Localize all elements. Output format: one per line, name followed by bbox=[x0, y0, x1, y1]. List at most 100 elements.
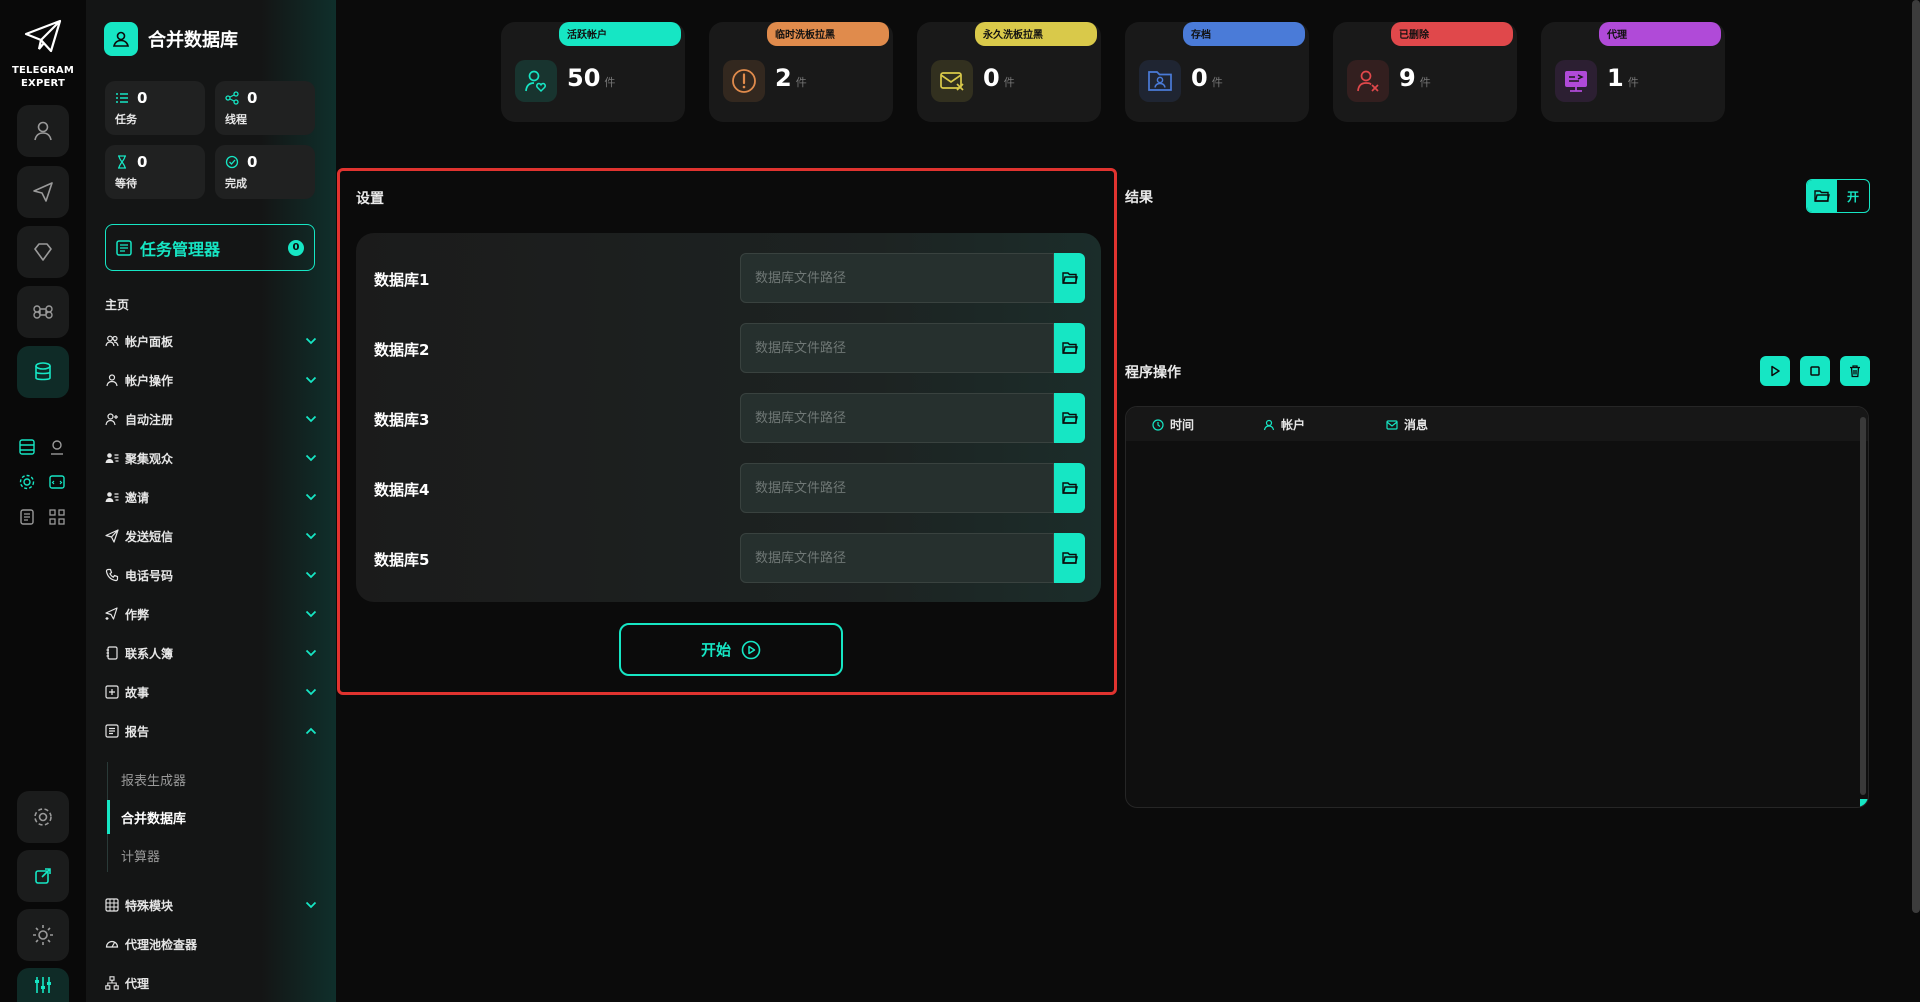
settings-gear-icon[interactable] bbox=[14, 469, 40, 495]
user-heart-icon bbox=[515, 60, 557, 102]
nav-item-1[interactable]: 帐户面板 bbox=[105, 329, 317, 353]
widgets-icon[interactable] bbox=[44, 504, 70, 530]
nav-item-8[interactable]: 作弊 bbox=[105, 602, 317, 626]
chevron-down-icon[interactable] bbox=[305, 649, 317, 657]
nav-item-11[interactable]: 报告 bbox=[105, 719, 317, 743]
nav-item-label: 作弊 bbox=[125, 607, 150, 622]
rail-theme-button[interactable] bbox=[17, 909, 69, 961]
user-pin-icon[interactable] bbox=[44, 434, 70, 460]
browse-folder-button[interactable] bbox=[1054, 253, 1085, 303]
plus-square-icon bbox=[105, 685, 119, 699]
database-row: 数据库2 bbox=[356, 323, 1101, 373]
rail-accounts-button[interactable] bbox=[17, 105, 69, 157]
nav-item-5[interactable]: 邀请 bbox=[105, 485, 317, 509]
resize-grip-icon[interactable] bbox=[1860, 799, 1868, 807]
submenu-item-merge-database[interactable]: 合并数据库 bbox=[107, 800, 297, 834]
nav-item-4[interactable]: 聚集观众 bbox=[105, 446, 317, 470]
rail-command-button[interactable] bbox=[17, 286, 69, 338]
results-toggle[interactable]: 开 bbox=[1806, 179, 1870, 213]
database-path-input[interactable] bbox=[740, 323, 1054, 373]
stop-button[interactable] bbox=[1800, 356, 1830, 386]
run-button[interactable] bbox=[1760, 356, 1790, 386]
chevron-down-icon[interactable] bbox=[305, 337, 317, 345]
rail-settings-button[interactable] bbox=[17, 791, 69, 843]
top-stat-unit: 件 bbox=[604, 76, 616, 89]
log-column-time-label: 时间 bbox=[1170, 418, 1195, 432]
app-rail: TELEGRAM EXPERT bbox=[0, 0, 86, 1002]
submenu-item-report-generator[interactable]: 报表生成器 bbox=[107, 762, 297, 796]
nav-bottom-item-1[interactable]: 特殊模块 bbox=[105, 893, 317, 917]
nav-bottom-item-3[interactable]: 代理 bbox=[105, 971, 317, 995]
browse-folder-button[interactable] bbox=[1054, 533, 1085, 583]
browse-folder-button[interactable] bbox=[1054, 463, 1085, 513]
chevron-down-icon[interactable] bbox=[305, 688, 317, 696]
database-path-input[interactable] bbox=[740, 533, 1054, 583]
chevron-down-icon[interactable] bbox=[305, 454, 317, 462]
chevron-down-icon[interactable] bbox=[305, 901, 317, 909]
page-scrollbar[interactable] bbox=[1912, 0, 1920, 913]
log-scrollbar[interactable] bbox=[1860, 417, 1866, 795]
submenu-item-calculator[interactable]: 计算器 bbox=[107, 838, 297, 872]
report-icon bbox=[105, 724, 119, 738]
clear-log-button[interactable] bbox=[1840, 356, 1870, 386]
stat-label: 任务 bbox=[115, 113, 137, 126]
start-button[interactable]: 开始 bbox=[619, 623, 843, 676]
folder-user-icon bbox=[1139, 60, 1181, 102]
task-manager-count: 0 bbox=[288, 239, 304, 256]
nav-item-label: 电话号码 bbox=[125, 568, 174, 583]
nav-item-3[interactable]: 自动注册 bbox=[105, 407, 317, 431]
browse-folder-button[interactable] bbox=[1054, 323, 1085, 373]
folder-open-icon bbox=[1061, 481, 1078, 495]
mail-x-icon bbox=[931, 60, 973, 102]
chevron-down-icon[interactable] bbox=[305, 415, 317, 423]
database-path-input[interactable] bbox=[740, 253, 1054, 303]
nav-bottom-item-2[interactable]: 代理池检查器 bbox=[105, 932, 317, 956]
chevron-down-icon[interactable] bbox=[305, 610, 317, 618]
server-list-icon[interactable] bbox=[14, 434, 40, 460]
database-icon bbox=[32, 361, 54, 383]
nav-item-label: 特殊模块 bbox=[125, 898, 174, 913]
rail-external-link-button[interactable] bbox=[17, 850, 69, 902]
top-stat-value: 2件 bbox=[775, 64, 807, 92]
chevron-down-icon[interactable] bbox=[305, 532, 317, 540]
nav-item-label: 代理池检查器 bbox=[125, 937, 198, 952]
stop-icon bbox=[1809, 365, 1821, 377]
rail-send-button[interactable] bbox=[17, 166, 69, 218]
start-button-label: 开始 bbox=[700, 642, 731, 659]
rail-database-button[interactable] bbox=[17, 346, 69, 398]
nav-item-10[interactable]: 故事 bbox=[105, 680, 317, 704]
log-column-account[interactable]: 帐户 bbox=[1263, 416, 1305, 433]
database-path-input[interactable] bbox=[740, 393, 1054, 443]
chevron-up-icon[interactable] bbox=[305, 727, 317, 735]
folder-open-icon bbox=[1061, 551, 1078, 565]
browse-folder-button[interactable] bbox=[1054, 393, 1085, 443]
settings-title: 设置 bbox=[356, 191, 384, 207]
log-column-time[interactable]: 时间 bbox=[1152, 416, 1194, 433]
code-window-icon[interactable] bbox=[44, 469, 70, 495]
database-label: 数据库5 bbox=[374, 551, 430, 569]
database-row: 数据库3 bbox=[356, 393, 1101, 443]
sliders-icon bbox=[32, 974, 54, 996]
send-icon bbox=[32, 181, 54, 203]
database-row: 数据库4 bbox=[356, 463, 1101, 513]
chevron-down-icon[interactable] bbox=[305, 493, 317, 501]
results-toggle-label[interactable]: 开 bbox=[1837, 180, 1869, 212]
rail-sliders-button[interactable] bbox=[17, 968, 69, 1002]
folder-open-icon[interactable] bbox=[1807, 180, 1837, 212]
top-stat-card: 活跃帐户 50 件 bbox=[501, 22, 685, 122]
user-icon bbox=[112, 30, 130, 48]
paper-plane-icon bbox=[23, 18, 63, 54]
top-stat-unit: 件 bbox=[1627, 76, 1639, 89]
rail-diamond-button[interactable] bbox=[17, 226, 69, 278]
chevron-down-icon[interactable] bbox=[305, 571, 317, 579]
database-path-input[interactable] bbox=[740, 463, 1054, 513]
nav-item-9[interactable]: 联系人簿 bbox=[105, 641, 317, 665]
nav-item-2[interactable]: 帐户操作 bbox=[105, 368, 317, 392]
chevron-down-icon[interactable] bbox=[305, 376, 317, 384]
nav-item-7[interactable]: 电话号码 bbox=[105, 563, 317, 587]
document-icon[interactable] bbox=[14, 504, 40, 530]
log-column-message[interactable]: 消息 bbox=[1386, 416, 1428, 433]
task-manager-button[interactable]: 任务管理器 0 bbox=[105, 224, 315, 271]
database-label: 数据库3 bbox=[374, 411, 430, 429]
nav-item-6[interactable]: 发送短信 bbox=[105, 524, 317, 548]
